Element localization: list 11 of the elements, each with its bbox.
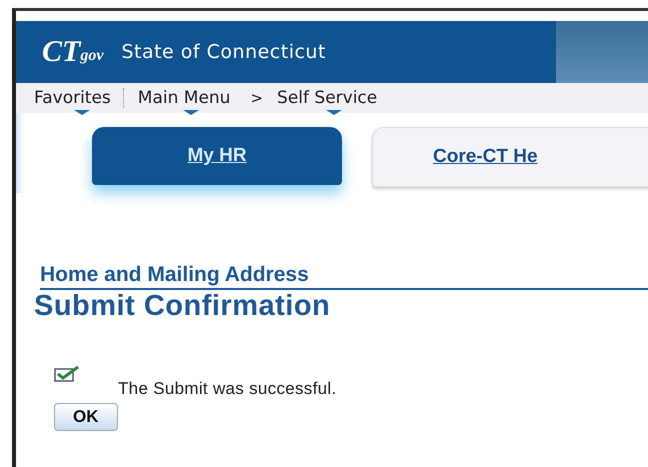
page-title: Submit Confirmation: [34, 290, 332, 323]
breadcrumb-separator: >: [250, 89, 264, 107]
ok-button[interactable]: OK: [54, 403, 118, 431]
checkmark-icon: [54, 365, 80, 383]
section-title: Home and Mailing Address: [40, 263, 648, 290]
success-message: The Submit was successful.: [118, 379, 336, 399]
logo-text: CT: [42, 35, 80, 69]
tab[interactable]: My HR: [92, 127, 342, 185]
logo-subtext: gov: [80, 47, 104, 65]
tab[interactable]: Core-CT He: [372, 127, 648, 187]
site-title: State of Connecticut: [121, 41, 326, 63]
